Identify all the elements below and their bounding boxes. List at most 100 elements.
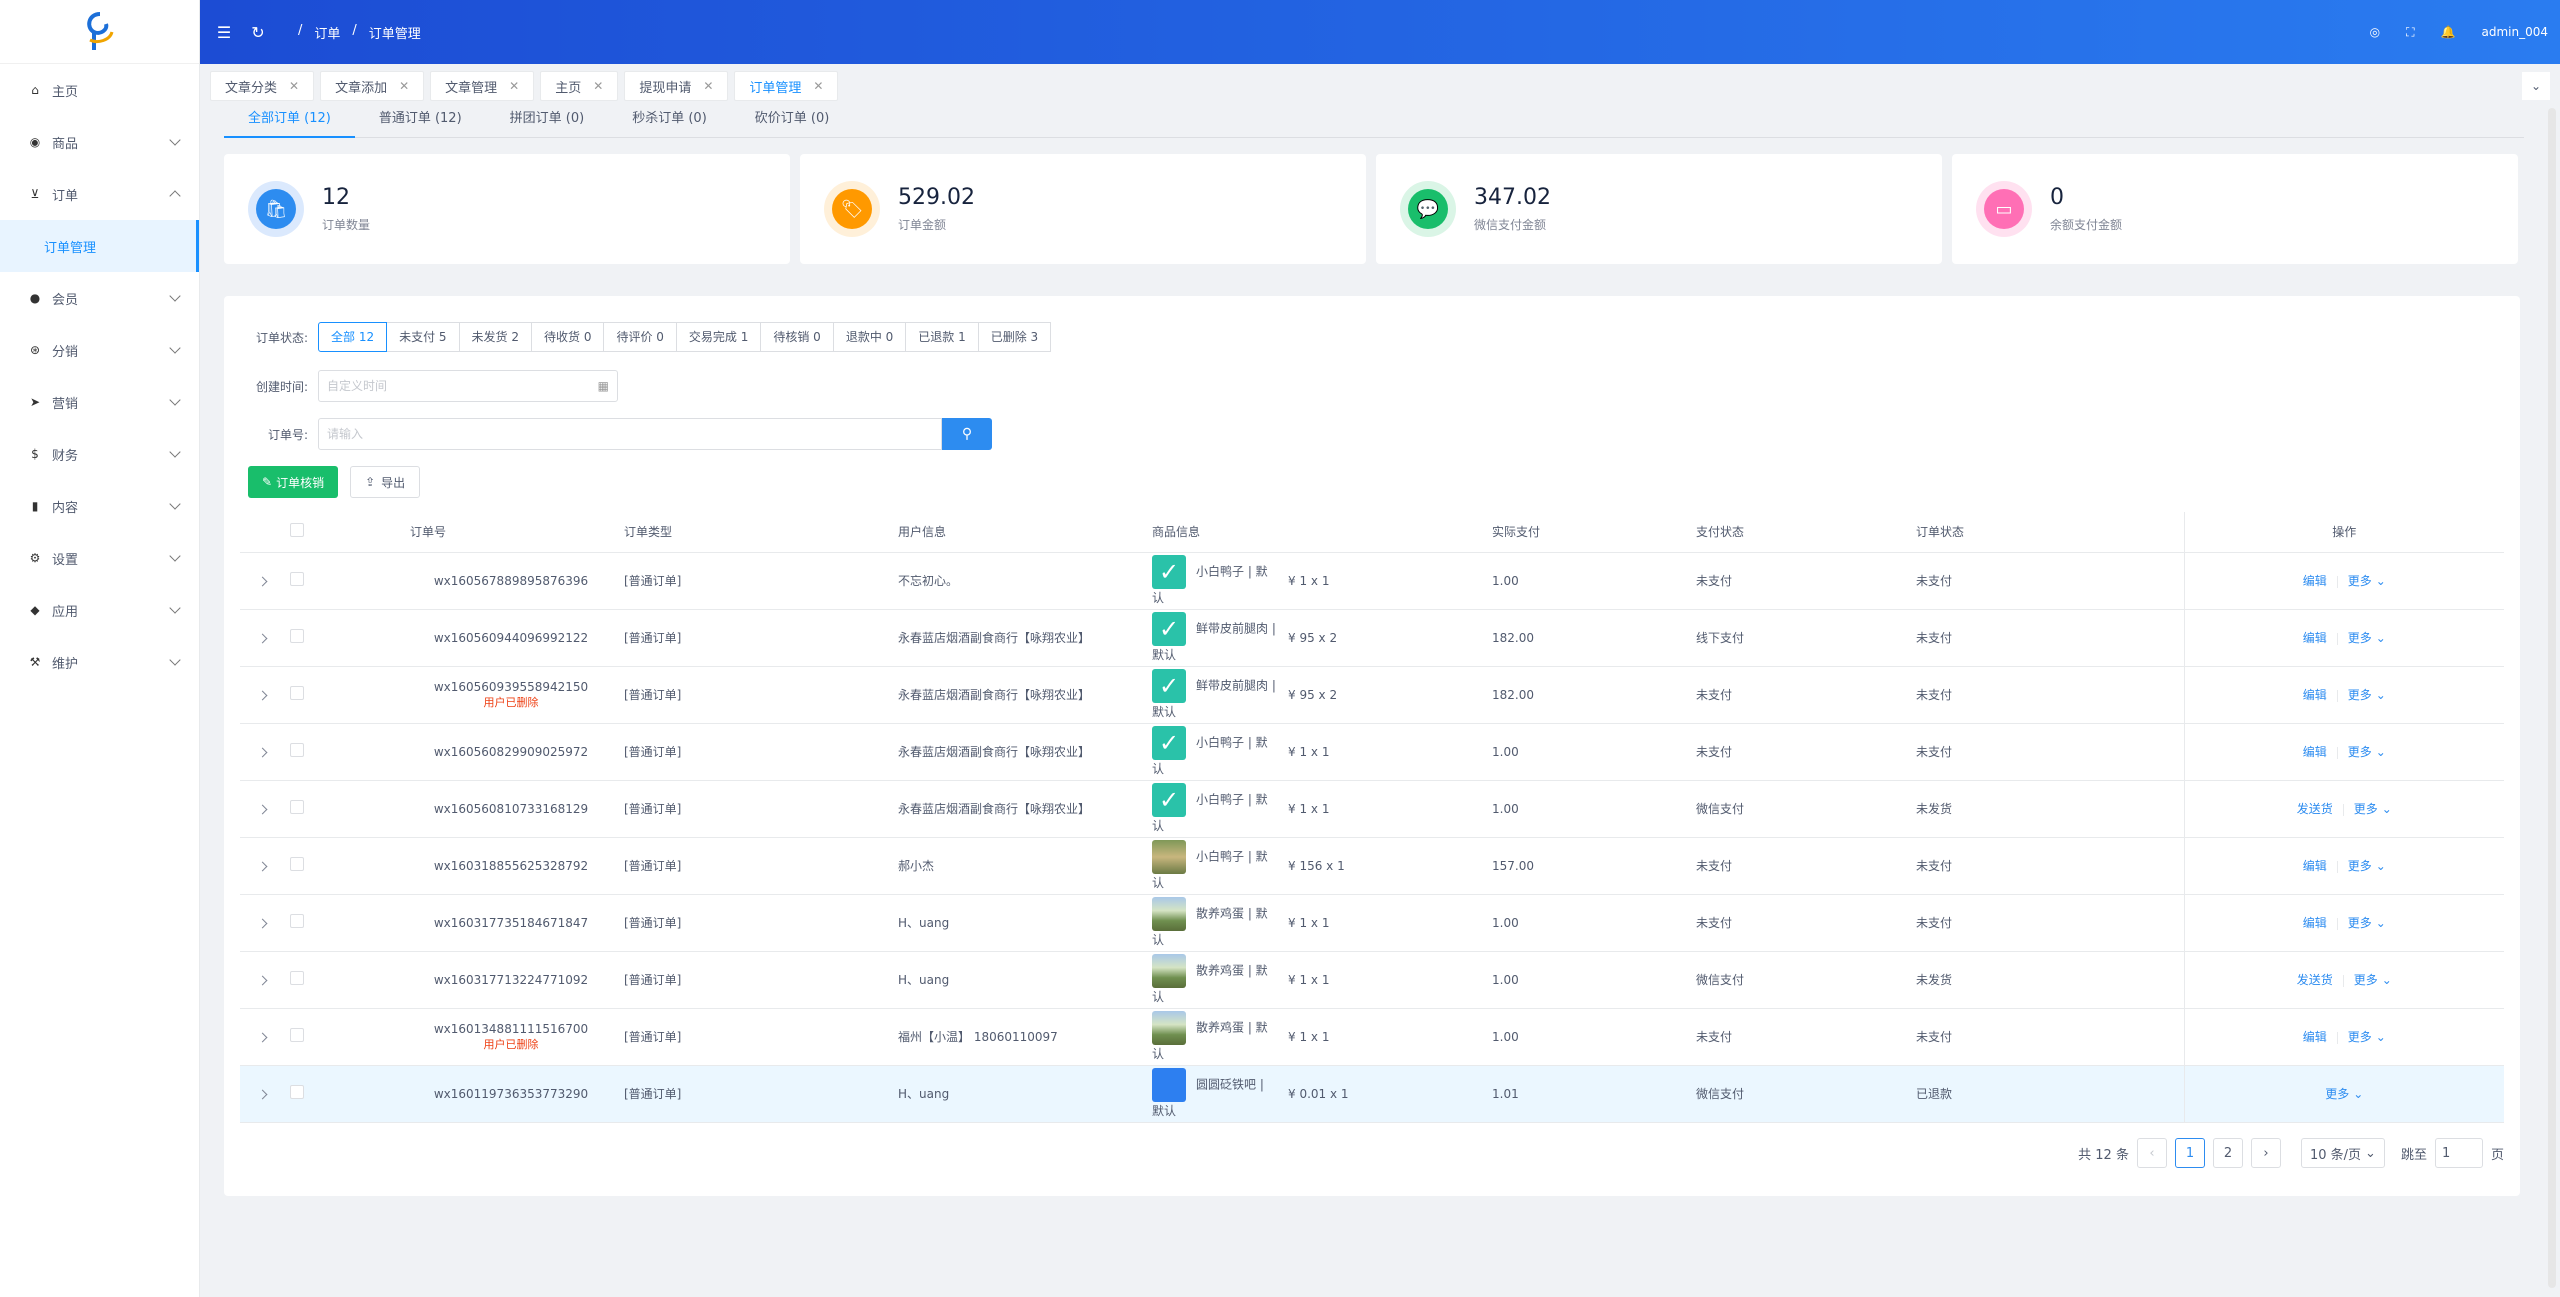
chevron-right-icon[interactable] bbox=[257, 1032, 267, 1042]
row-checkbox[interactable] bbox=[290, 800, 304, 814]
chevron-right-icon[interactable] bbox=[257, 1089, 267, 1099]
sidebar-item-6[interactable]: $ 财务 bbox=[0, 428, 199, 480]
row-checkbox[interactable] bbox=[290, 971, 304, 985]
order-tab-2[interactable]: 拼团订单 (0) bbox=[486, 108, 609, 138]
table-row[interactable]: wx160567889895876396 [普通订单] 不忘初心。 ✓ 小白鸭子 | 默… bbox=[240, 552, 2504, 610]
table-row[interactable]: wx160317735184671847 [普通订单] H、uang 散养鸡蛋 | 默… bbox=[240, 894, 2504, 952]
order-tab-4[interactable]: 砍价订单 (0) bbox=[731, 108, 854, 138]
edit-button[interactable]: 编辑 bbox=[2303, 1030, 2327, 1044]
more-dropdown[interactable]: 更多 ⌄ bbox=[2348, 688, 2386, 702]
export-button[interactable]: ⇪ 导出 bbox=[350, 466, 421, 498]
jump-input[interactable]: 1 bbox=[2434, 1138, 2483, 1168]
more-dropdown[interactable]: 更多 ⌄ bbox=[2348, 916, 2386, 930]
status-option-3[interactable]: 待收货 0 bbox=[532, 322, 605, 352]
order-no-input[interactable]: 请输入 bbox=[318, 418, 942, 450]
close-icon[interactable]: ✕ bbox=[509, 79, 519, 93]
order-tab-3[interactable]: 秒杀订单 (0) bbox=[608, 108, 731, 138]
tag-1[interactable]: 文章添加 ✕ bbox=[320, 71, 425, 101]
expand-cell[interactable] bbox=[240, 723, 284, 781]
date-range-input[interactable]: 自定义时间 ▦ bbox=[318, 370, 618, 402]
edit-button[interactable]: 编辑 bbox=[2303, 574, 2327, 588]
chevron-right-icon[interactable] bbox=[257, 918, 267, 928]
breadcrumb-item[interactable]: 订单 bbox=[314, 23, 340, 42]
prev-page-button[interactable]: ‹ bbox=[2136, 1138, 2167, 1168]
expand-cell[interactable] bbox=[240, 552, 284, 610]
close-icon[interactable]: ✕ bbox=[289, 79, 299, 93]
tag-4[interactable]: 提现申请 ✕ bbox=[624, 71, 729, 101]
next-page-button[interactable]: › bbox=[2250, 1138, 2281, 1168]
user-name[interactable]: admin_004 bbox=[2481, 25, 2548, 39]
table-row[interactable]: wx160560829909025972 [普通订单] 永春蓝店烟酒副食商行【咏翔农… bbox=[240, 723, 2504, 781]
status-option-8[interactable]: 已退款 1 bbox=[906, 322, 979, 352]
table-row[interactable]: wx160317713224771092 [普通订单] H、uang 散养鸡蛋 | 默… bbox=[240, 951, 2504, 1009]
edit-button[interactable]: 编辑 bbox=[2303, 688, 2327, 702]
table-row[interactable]: wx160560810733168129 [普通订单] 永春蓝店烟酒副食商行【咏翔农… bbox=[240, 780, 2504, 838]
chevron-right-icon[interactable] bbox=[257, 633, 267, 643]
sidebar-subitem-order-manage[interactable]: 订单管理 bbox=[0, 220, 199, 272]
tag-2[interactable]: 文章管理 ✕ bbox=[430, 71, 535, 101]
sidebar-item-10[interactable]: ⚒ 维护 bbox=[0, 636, 199, 688]
sidebar-item-0[interactable]: ⌂ 主页 bbox=[0, 64, 199, 116]
table-row[interactable]: wx160119736353773290 [普通订单] H、uang 圆圆砭铁吧 | … bbox=[240, 1065, 2504, 1123]
more-dropdown[interactable]: 更多 ⌄ bbox=[2354, 973, 2392, 987]
chevron-right-icon[interactable] bbox=[257, 747, 267, 757]
tag-3[interactable]: 主页 ✕ bbox=[540, 71, 619, 101]
order-tab-1[interactable]: 普通订单 (12) bbox=[355, 108, 486, 138]
select-all-checkbox[interactable] bbox=[290, 523, 304, 538]
sidebar-item-3[interactable]: ● 会员 bbox=[0, 272, 199, 324]
more-dropdown[interactable]: 更多 ⌄ bbox=[2348, 574, 2386, 588]
edit-button[interactable]: 编辑 bbox=[2303, 631, 2327, 645]
status-option-4[interactable]: 待评价 0 bbox=[604, 322, 677, 352]
edit-button[interactable]: 编辑 bbox=[2303, 916, 2327, 930]
sidebar-item-5[interactable]: ➤ 营销 bbox=[0, 376, 199, 428]
status-option-9[interactable]: 已删除 3 bbox=[978, 322, 1052, 352]
search-button[interactable]: ⚲ bbox=[942, 418, 992, 450]
ship-button[interactable]: 发送货 bbox=[2297, 973, 2333, 987]
status-option-5[interactable]: 交易完成 1 bbox=[676, 322, 762, 352]
table-row[interactable]: wx160134881111516700 用户已删除 [普通订单] 福州【小温】 18… bbox=[240, 1008, 2504, 1066]
chevron-right-icon[interactable] bbox=[257, 690, 267, 700]
sidebar-item-4[interactable]: ⊛ 分销 bbox=[0, 324, 199, 376]
row-checkbox[interactable] bbox=[290, 857, 304, 871]
expand-cell[interactable] bbox=[240, 837, 284, 895]
page-1-button[interactable]: 1 bbox=[2174, 1138, 2205, 1168]
expand-cell[interactable] bbox=[240, 1008, 284, 1066]
more-dropdown[interactable]: 更多 ⌄ bbox=[2325, 1087, 2363, 1101]
chevron-right-icon[interactable] bbox=[257, 861, 267, 871]
table-row[interactable]: wx160318855625328792 [普通订单] 郝小杰 小白鸭子 | 默认 ¥ … bbox=[240, 837, 2504, 895]
fullscreen-icon[interactable]: ⛶ bbox=[2406, 25, 2414, 40]
page-size-select[interactable]: 10 条/页 ⌄ bbox=[2300, 1138, 2385, 1168]
status-option-1[interactable]: 未支付 5 bbox=[387, 322, 460, 352]
close-icon[interactable]: ✕ bbox=[399, 79, 409, 93]
sidebar-item-8[interactable]: ⚙ 设置 bbox=[0, 532, 199, 584]
row-checkbox[interactable] bbox=[290, 686, 304, 700]
more-dropdown[interactable]: 更多 ⌄ bbox=[2354, 802, 2392, 816]
verify-order-button[interactable]: ✎ 订单核销 bbox=[248, 466, 339, 498]
expand-cell[interactable] bbox=[240, 666, 284, 724]
ship-button[interactable]: 发送货 bbox=[2297, 802, 2333, 816]
close-icon[interactable]: ✕ bbox=[813, 79, 823, 93]
expand-cell[interactable] bbox=[240, 951, 284, 1009]
row-checkbox[interactable] bbox=[290, 1085, 304, 1099]
row-checkbox[interactable] bbox=[290, 572, 304, 586]
row-checkbox[interactable] bbox=[290, 1028, 304, 1042]
expand-cell[interactable] bbox=[240, 780, 284, 838]
row-checkbox[interactable] bbox=[290, 629, 304, 643]
tabs-dropdown-icon[interactable]: ⌄ bbox=[2522, 72, 2550, 100]
refresh-icon[interactable]: ↻ bbox=[248, 22, 268, 42]
expand-cell[interactable] bbox=[240, 1065, 284, 1123]
close-icon[interactable]: ✕ bbox=[703, 79, 713, 93]
close-icon[interactable]: ✕ bbox=[593, 79, 603, 93]
sidebar-item-1[interactable]: ◉ 商品 bbox=[0, 116, 199, 168]
more-dropdown[interactable]: 更多 ⌄ bbox=[2348, 859, 2386, 873]
chevron-right-icon[interactable] bbox=[257, 804, 267, 814]
chevron-right-icon[interactable] bbox=[257, 576, 267, 586]
tag-0[interactable]: 文章分类 ✕ bbox=[210, 71, 315, 101]
expand-cell[interactable] bbox=[240, 894, 284, 952]
status-option-6[interactable]: 待核销 0 bbox=[761, 322, 834, 352]
more-dropdown[interactable]: 更多 ⌄ bbox=[2348, 745, 2386, 759]
status-option-7[interactable]: 退款中 0 bbox=[833, 322, 907, 352]
menu-toggle-icon[interactable]: ☰ bbox=[214, 22, 234, 42]
edit-button[interactable]: 编辑 bbox=[2303, 859, 2327, 873]
table-row[interactable]: wx160560944096992122 [普通订单] 永春蓝店烟酒副食商行【咏翔农… bbox=[240, 609, 2504, 667]
